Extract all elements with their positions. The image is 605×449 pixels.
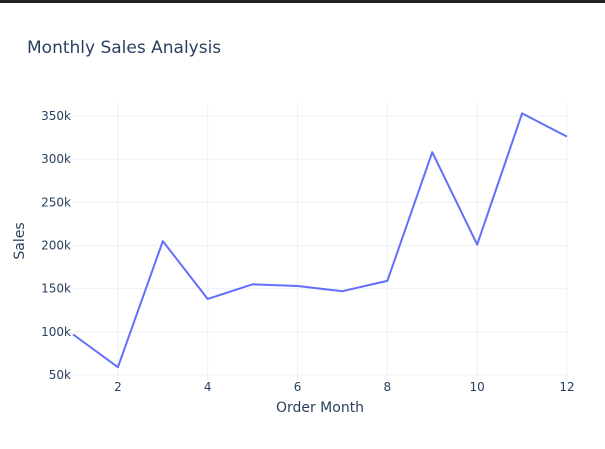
x-tick-label: 12 — [559, 380, 574, 394]
series-layer — [72, 112, 568, 369]
y-tick-label: 100k — [41, 325, 71, 339]
y-tick-label: 200k — [41, 238, 71, 252]
x-tick-label: 2 — [114, 380, 122, 394]
x-tick-label: 6 — [294, 380, 302, 394]
sales-line — [72, 112, 568, 369]
y-tick-label: 300k — [41, 152, 71, 166]
x-tick-label: 10 — [470, 380, 485, 394]
y-tick-label: 150k — [41, 282, 71, 296]
y-tick-labels: 50k 100k 150k 200k 250k 300k 350k — [41, 109, 71, 382]
y-axis-title: Sales — [12, 222, 28, 259]
line-chart: Monthly Sales Analysis 50k100k150k200k25… — [12, 38, 575, 416]
x-tick-label: 8 — [384, 380, 392, 394]
y-tick-label: 250k — [41, 195, 71, 209]
x-tick-labels: 2 4 6 8 10 12 — [114, 380, 575, 394]
x-tick-label: 4 — [204, 380, 212, 394]
y-tick-label: 350k — [41, 109, 71, 123]
chart-title: Monthly Sales Analysis — [27, 38, 221, 58]
chart-container: Monthly Sales Analysis 50k 100k 150k 200k 25… — [0, 3, 605, 449]
y-tick-label: 50k — [49, 368, 71, 382]
grid-layer — [73, 103, 568, 381]
x-axis-title: Order Month — [276, 400, 364, 416]
